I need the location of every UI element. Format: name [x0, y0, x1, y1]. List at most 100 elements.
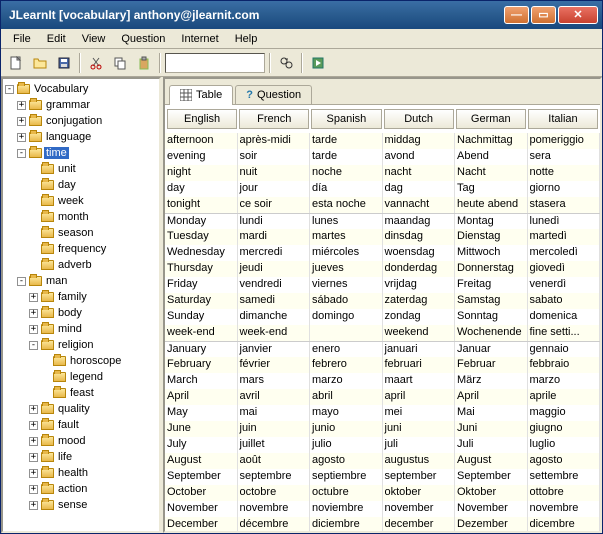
- minimize-button[interactable]: —: [504, 6, 529, 24]
- tree-root[interactable]: -Vocabulary: [5, 81, 157, 97]
- tree-node-unit[interactable]: unit: [5, 161, 157, 177]
- tree-node-month[interactable]: month: [5, 209, 157, 225]
- tree-node-grammar[interactable]: +grammar: [5, 97, 157, 113]
- table-row[interactable]: dayjourdíadagTaggiorno: [165, 181, 600, 197]
- tree-toggle-icon[interactable]: +: [17, 133, 26, 142]
- table-row[interactable]: eveningsoirtardeavondAbendsera: [165, 149, 600, 165]
- table-row[interactable]: nightnuitnochenachtNachtnotte: [165, 165, 600, 181]
- table-cell: nacht: [383, 165, 456, 181]
- table-row[interactable]: WednesdaymercredimiércoleswoensdagMittwo…: [165, 245, 600, 261]
- column-header-french[interactable]: French: [239, 109, 309, 129]
- table-row[interactable]: AprilavrilabrilaprilAprilaprile: [165, 389, 600, 405]
- tree-node-sense[interactable]: +sense: [5, 497, 157, 513]
- copy-button[interactable]: [109, 52, 131, 74]
- table-row[interactable]: DecemberdécembrediciembredecemberDezembe…: [165, 517, 600, 531]
- tree-toggle-icon[interactable]: +: [29, 421, 38, 430]
- table-row[interactable]: FebruaryfévrierfebrerofebruariFebruarfeb…: [165, 357, 600, 373]
- column-header-english[interactable]: English: [167, 109, 237, 129]
- tree-toggle-icon[interactable]: -: [29, 341, 38, 350]
- table-row[interactable]: afternoonaprès-miditardemiddagNachmittag…: [165, 133, 600, 149]
- table-row[interactable]: JanuaryjanvierenerojanuariJanuargennaio: [165, 341, 600, 357]
- tree-node-quality[interactable]: +quality: [5, 401, 157, 417]
- run-button[interactable]: [307, 52, 329, 74]
- tree-toggle-icon[interactable]: +: [17, 117, 26, 126]
- table-row[interactable]: MarchmarsmarzomaartMärzmarzo: [165, 373, 600, 389]
- menu-view[interactable]: View: [74, 31, 114, 47]
- menu-file[interactable]: File: [5, 31, 39, 47]
- tab-question[interactable]: ? Question: [235, 85, 312, 104]
- tree-node-conjugation[interactable]: +conjugation: [5, 113, 157, 129]
- table-row[interactable]: JunejuinjuniojuniJunigiugno: [165, 421, 600, 437]
- tree-node-time[interactable]: -time: [5, 145, 157, 161]
- tree-toggle-icon[interactable]: -: [5, 85, 14, 94]
- tab-table[interactable]: Table: [169, 85, 233, 105]
- table-row[interactable]: week-endweek-endweekendWochenendefine se…: [165, 325, 600, 341]
- table-row[interactable]: SeptemberseptembreseptiembreseptemberSep…: [165, 469, 600, 485]
- paste-button[interactable]: [133, 52, 155, 74]
- cut-button[interactable]: [85, 52, 107, 74]
- table-row[interactable]: NovembernovembrenoviembrenovemberNovembe…: [165, 501, 600, 517]
- search-input[interactable]: [165, 53, 265, 73]
- column-header-spanish[interactable]: Spanish: [311, 109, 381, 129]
- tree-toggle-icon[interactable]: +: [29, 485, 38, 494]
- tree-node-frequency[interactable]: frequency: [5, 241, 157, 257]
- tree-node-day[interactable]: day: [5, 177, 157, 193]
- tree-toggle-icon[interactable]: +: [17, 101, 26, 110]
- menu-question[interactable]: Question: [113, 31, 173, 47]
- table-cell: Tag: [455, 181, 528, 197]
- tree-node-legend[interactable]: legend: [5, 369, 157, 385]
- tree-node-feast[interactable]: feast: [5, 385, 157, 401]
- menu-help[interactable]: Help: [227, 31, 266, 47]
- table-row[interactable]: SundaydimanchedomingozondagSonntagdomeni…: [165, 309, 600, 325]
- tree-toggle-icon[interactable]: +: [29, 469, 38, 478]
- new-button[interactable]: [5, 52, 27, 74]
- table-row[interactable]: TuesdaymardimartesdinsdagDienstagmartedì: [165, 229, 600, 245]
- tree-node-adverb[interactable]: adverb: [5, 257, 157, 273]
- tree-node-week[interactable]: week: [5, 193, 157, 209]
- tree-node-season[interactable]: season: [5, 225, 157, 241]
- close-button[interactable]: ✕: [558, 6, 598, 24]
- table-row[interactable]: ThursdayjeudijuevesdonderdagDonnerstaggi…: [165, 261, 600, 277]
- tree-node-life[interactable]: +life: [5, 449, 157, 465]
- column-header-dutch[interactable]: Dutch: [384, 109, 454, 129]
- tree-node-religion[interactable]: -religion: [5, 337, 157, 353]
- table-row[interactable]: OctoberoctobreoctubreoktoberOktoberottob…: [165, 485, 600, 501]
- table-row[interactable]: SaturdaysamedisábadozaterdagSamstagsabat…: [165, 293, 600, 309]
- tree-toggle-icon[interactable]: +: [29, 325, 38, 334]
- menu-internet[interactable]: Internet: [173, 31, 226, 47]
- tree-node-health[interactable]: +health: [5, 465, 157, 481]
- tree-sidebar[interactable]: -Vocabulary+grammar+conjugation+language…: [1, 77, 161, 533]
- table-row[interactable]: AugustaoûtagostoaugustusAugustagosto: [165, 453, 600, 469]
- tree-node-horoscope[interactable]: horoscope: [5, 353, 157, 369]
- tree-toggle-icon[interactable]: +: [29, 501, 38, 510]
- tree-node-language[interactable]: +language: [5, 129, 157, 145]
- tree-toggle-icon[interactable]: -: [17, 277, 26, 286]
- tree-toggle-icon[interactable]: +: [29, 437, 38, 446]
- column-header-german[interactable]: German: [456, 109, 526, 129]
- table-row[interactable]: MaymaimayomeiMaimaggio: [165, 405, 600, 421]
- save-button[interactable]: [53, 52, 75, 74]
- tree-node-mind[interactable]: +mind: [5, 321, 157, 337]
- table-cell: notte: [528, 165, 601, 181]
- table-row[interactable]: tonightce soiresta nochevannachtheute ab…: [165, 197, 600, 213]
- table-row[interactable]: JulyjuilletjuliojuliJuliluglio: [165, 437, 600, 453]
- menu-edit[interactable]: Edit: [39, 31, 74, 47]
- tree-toggle-icon[interactable]: +: [29, 405, 38, 414]
- tree-node-action[interactable]: +action: [5, 481, 157, 497]
- tree-node-family[interactable]: +family: [5, 289, 157, 305]
- tree-node-fault[interactable]: +fault: [5, 417, 157, 433]
- vocabulary-table[interactable]: EnglishFrenchSpanishDutchGermanItalian a…: [165, 105, 600, 531]
- table-row[interactable]: FridayvendrediviernesvrijdagFreitagvener…: [165, 277, 600, 293]
- tree-node-body[interactable]: +body: [5, 305, 157, 321]
- table-row[interactable]: MondaylundilunesmaandagMontaglunedì: [165, 213, 600, 229]
- column-header-italian[interactable]: Italian: [528, 109, 598, 129]
- tree-node-mood[interactable]: +mood: [5, 433, 157, 449]
- tree-toggle-icon[interactable]: +: [29, 309, 38, 318]
- open-button[interactable]: [29, 52, 51, 74]
- maximize-button[interactable]: ▭: [531, 6, 556, 24]
- find-button[interactable]: [275, 52, 297, 74]
- tree-toggle-icon[interactable]: -: [17, 149, 26, 158]
- tree-node-man[interactable]: -man: [5, 273, 157, 289]
- tree-toggle-icon[interactable]: +: [29, 293, 38, 302]
- tree-toggle-icon[interactable]: +: [29, 453, 38, 462]
